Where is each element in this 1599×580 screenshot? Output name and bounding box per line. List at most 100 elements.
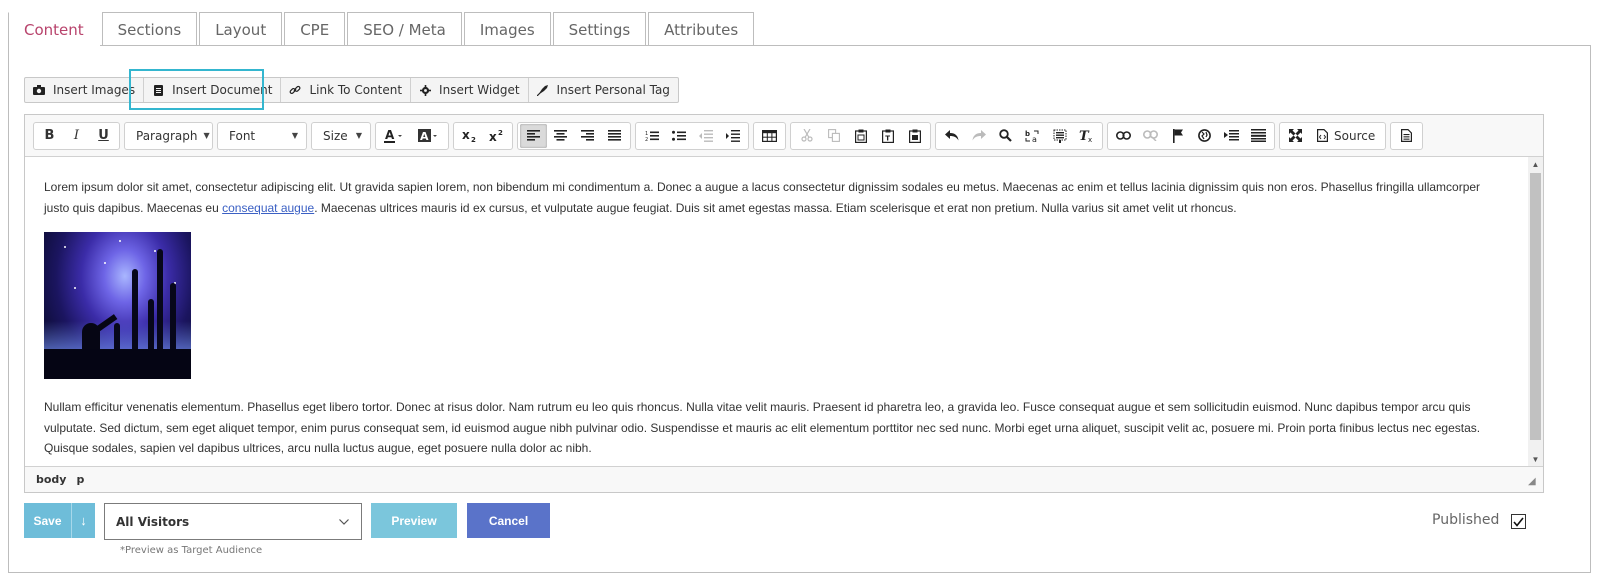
maximize-button[interactable] xyxy=(1282,124,1309,148)
anchor-button[interactable] xyxy=(1164,124,1191,148)
insert-widget-label: Insert Widget xyxy=(439,83,520,97)
italic-button[interactable]: I xyxy=(63,124,90,148)
align-justify-button[interactable] xyxy=(601,124,628,148)
globe-icon xyxy=(1198,129,1211,142)
published-checkbox[interactable] xyxy=(1511,514,1526,529)
embedded-image[interactable] xyxy=(44,232,191,379)
unlink-button[interactable] xyxy=(1137,124,1164,148)
gear-icon xyxy=(419,84,431,96)
background-color-icon: A xyxy=(418,128,437,143)
align-justify-icon xyxy=(608,130,621,141)
tab-seo-meta[interactable]: SEO / Meta xyxy=(347,12,462,46)
redo-button[interactable] xyxy=(965,124,992,148)
scroll-up-arrow-icon[interactable]: ▲ xyxy=(1528,157,1543,171)
preview-button[interactable]: Preview xyxy=(371,503,457,538)
align-left-button[interactable] xyxy=(520,123,547,148)
insert-images-button[interactable]: Insert Images xyxy=(25,78,145,102)
undo-button[interactable] xyxy=(938,124,965,148)
tab-layout[interactable]: Layout xyxy=(199,12,283,46)
published-label: Published xyxy=(1432,512,1500,528)
tab-images[interactable]: Images xyxy=(463,12,551,46)
cut-button[interactable] xyxy=(793,124,820,148)
maximize-icon xyxy=(1289,129,1302,142)
source-button[interactable]: Source xyxy=(1309,124,1383,148)
background-color-button[interactable]: A xyxy=(412,124,446,148)
paragraph-format-dropdown[interactable]: Paragraph ▼ xyxy=(124,121,213,150)
find-button[interactable] xyxy=(992,124,1019,148)
select-all-icon xyxy=(1053,129,1066,143)
size-dropdown[interactable]: Size ▼ xyxy=(311,121,371,150)
numbered-list-button[interactable]: 12 xyxy=(638,124,665,148)
chevron-down-icon: ▼ xyxy=(291,131,298,140)
svg-text:A: A xyxy=(385,128,395,142)
horizontal-line-button[interactable] xyxy=(1245,124,1272,148)
superscript-icon: x2 xyxy=(489,129,503,143)
tab-sections[interactable]: Sections xyxy=(101,12,198,46)
paste-text-icon: T xyxy=(881,129,894,143)
bold-button[interactable]: B xyxy=(36,124,63,148)
font-dropdown[interactable]: Font ▼ xyxy=(217,121,307,150)
insert-toolbar: Insert Images Insert Document Link To Co… xyxy=(24,77,679,103)
templates-group xyxy=(1390,121,1424,150)
list-group: 12 xyxy=(635,121,749,150)
save-dropdown-button[interactable]: ↓ xyxy=(71,503,95,538)
basic-styles-group: B I U xyxy=(33,121,120,150)
cancel-button[interactable]: Cancel xyxy=(467,503,550,538)
resize-handle-icon[interactable]: ◢ xyxy=(1528,476,1536,487)
paste-from-word-button[interactable] xyxy=(901,124,928,148)
templates-button[interactable] xyxy=(1393,124,1420,148)
paragraph-format-value: Paragraph xyxy=(136,128,198,143)
subscript-button[interactable]: x2 xyxy=(456,124,483,148)
svg-text:x: x xyxy=(462,129,470,142)
svg-text:A: A xyxy=(420,130,429,143)
paste-text-button[interactable]: T xyxy=(874,124,901,148)
superscript-button[interactable]: x2 xyxy=(483,124,510,148)
subscript-icon: x2 xyxy=(462,129,476,143)
editor-scrollbar[interactable]: ▲ ▼ xyxy=(1528,157,1543,466)
language-button[interactable] xyxy=(1191,124,1218,148)
align-right-button[interactable] xyxy=(574,124,601,148)
insert-document-label: Insert Document xyxy=(172,83,273,97)
insert-personal-tag-button[interactable]: Insert Personal Tag xyxy=(529,78,678,102)
insert-widget-button[interactable]: Insert Widget xyxy=(411,78,529,102)
remove-format-button[interactable]: Tx xyxy=(1073,124,1100,148)
editor-content-area[interactable]: Lorem ipsum dolor sit amet, consectetur … xyxy=(25,157,1527,466)
svg-text:b: b xyxy=(1025,130,1030,138)
tab-cpe[interactable]: CPE xyxy=(284,12,346,46)
tab-bar: Content Sections Layout CPE SEO / Meta I… xyxy=(8,12,756,47)
text-color-button[interactable]: A xyxy=(378,124,412,148)
scrollbar-thumb[interactable] xyxy=(1530,173,1541,440)
tab-content[interactable]: Content xyxy=(8,12,100,47)
indent-block-button[interactable] xyxy=(1218,124,1245,148)
replace-button[interactable]: ba xyxy=(1019,124,1046,148)
align-center-button[interactable] xyxy=(547,124,574,148)
underline-button[interactable]: U xyxy=(90,124,117,148)
target-audience-value: All Visitors xyxy=(116,514,190,529)
save-button[interactable]: Save xyxy=(24,503,71,538)
paste-button[interactable] xyxy=(847,124,874,148)
bulleted-list-button[interactable] xyxy=(665,124,692,148)
link-to-content-label: Link To Content xyxy=(309,83,403,97)
select-all-button[interactable] xyxy=(1046,124,1073,148)
align-center-icon xyxy=(554,130,567,141)
insert-document-button[interactable]: Insert Document xyxy=(144,78,282,102)
content-link[interactable]: consequat augue xyxy=(222,201,314,215)
insert-personal-tag-label: Insert Personal Tag xyxy=(556,83,670,97)
editing-group: ba Tx xyxy=(935,121,1103,150)
increase-indent-button[interactable] xyxy=(719,124,746,148)
tab-attributes[interactable]: Attributes xyxy=(648,12,755,46)
link-icon xyxy=(1116,131,1131,140)
path-item-p[interactable]: p xyxy=(76,473,84,486)
tab-settings[interactable]: Settings xyxy=(552,12,647,46)
scroll-down-arrow-icon[interactable]: ▼ xyxy=(1528,452,1543,466)
decrease-indent-button[interactable] xyxy=(692,124,719,148)
link-button[interactable] xyxy=(1110,124,1137,148)
document-icon xyxy=(152,84,164,96)
paragraph: Nullam efficitur venenatis elementum. Ph… xyxy=(44,400,1481,455)
save-split-button: Save ↓ xyxy=(24,503,95,538)
table-button[interactable] xyxy=(756,124,783,148)
link-to-content-button[interactable]: Link To Content xyxy=(281,78,412,102)
copy-button[interactable] xyxy=(820,124,847,148)
target-audience-select[interactable]: All Visitors xyxy=(104,503,362,540)
path-item-body[interactable]: body xyxy=(36,473,66,486)
